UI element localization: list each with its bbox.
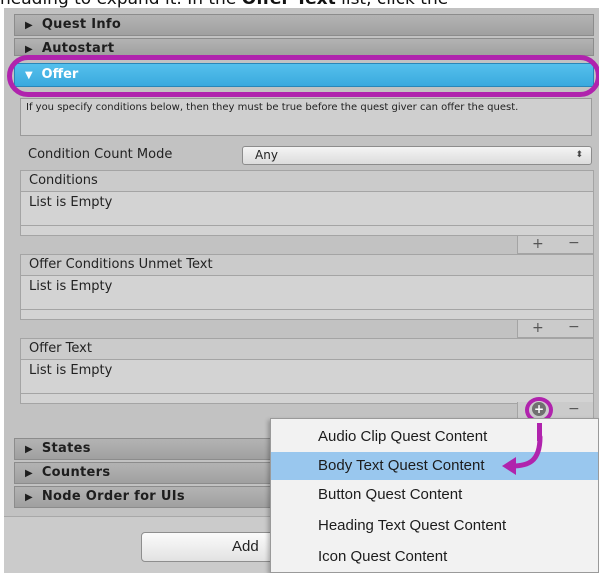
remove-offer-text-button[interactable]: − <box>568 402 580 416</box>
add-node-button[interactable]: Add <box>141 532 276 562</box>
conditions-list-spacer <box>20 226 594 236</box>
add-unmet-text-button[interactable]: + <box>532 321 544 335</box>
unmet-text-list-footer: + − <box>517 320 594 338</box>
menu-item-heading-text[interactable]: Heading Text Quest Content <box>271 512 598 540</box>
conditions-list-footer: + − <box>517 236 594 254</box>
add-condition-button[interactable]: + <box>532 237 544 251</box>
expand-triangle-icon: ▶ <box>25 492 33 503</box>
conditions-list-body: List is Empty <box>20 192 594 226</box>
menu-item-button[interactable]: Button Quest Content <box>271 481 598 509</box>
condition-count-mode-select[interactable]: Any ⬍ <box>242 146 592 165</box>
menu-item-icon[interactable]: Icon Quest Content <box>271 543 598 571</box>
expand-triangle-icon: ▶ <box>25 20 33 31</box>
content-type-menu: Audio Clip Quest Content Body Text Quest… <box>270 418 599 573</box>
expand-triangle-icon: ▶ <box>25 444 33 455</box>
offer-highlight-ring <box>7 55 599 97</box>
offer-text-list-header: Offer Text <box>20 338 594 360</box>
section-autostart[interactable]: ▶ Autostart <box>14 38 594 56</box>
remove-condition-button[interactable]: − <box>568 236 580 250</box>
expand-triangle-icon: ▶ <box>25 44 33 55</box>
offer-text-list-spacer <box>20 394 594 404</box>
section-quest-info[interactable]: ▶ Quest Info <box>14 14 594 36</box>
select-arrows-icon: ⬍ <box>575 150 583 160</box>
offer-help-text: If you specify conditions below, then th… <box>20 98 592 136</box>
unmet-text-list-spacer <box>20 310 594 320</box>
menu-item-audio-clip[interactable]: Audio Clip Quest Content <box>271 423 598 451</box>
conditions-list-header: Conditions <box>20 170 594 192</box>
expand-triangle-icon: ▶ <box>25 468 33 479</box>
unmet-text-list-header: Offer Conditions Unmet Text <box>20 254 594 276</box>
unmet-text-list-body: List is Empty <box>20 276 594 310</box>
offer-text-list-body: List is Empty <box>20 360 594 394</box>
menu-item-body-text[interactable]: Body Text Quest Content <box>271 452 598 480</box>
callout-connector <box>537 423 542 441</box>
remove-unmet-text-button[interactable]: − <box>568 320 580 334</box>
